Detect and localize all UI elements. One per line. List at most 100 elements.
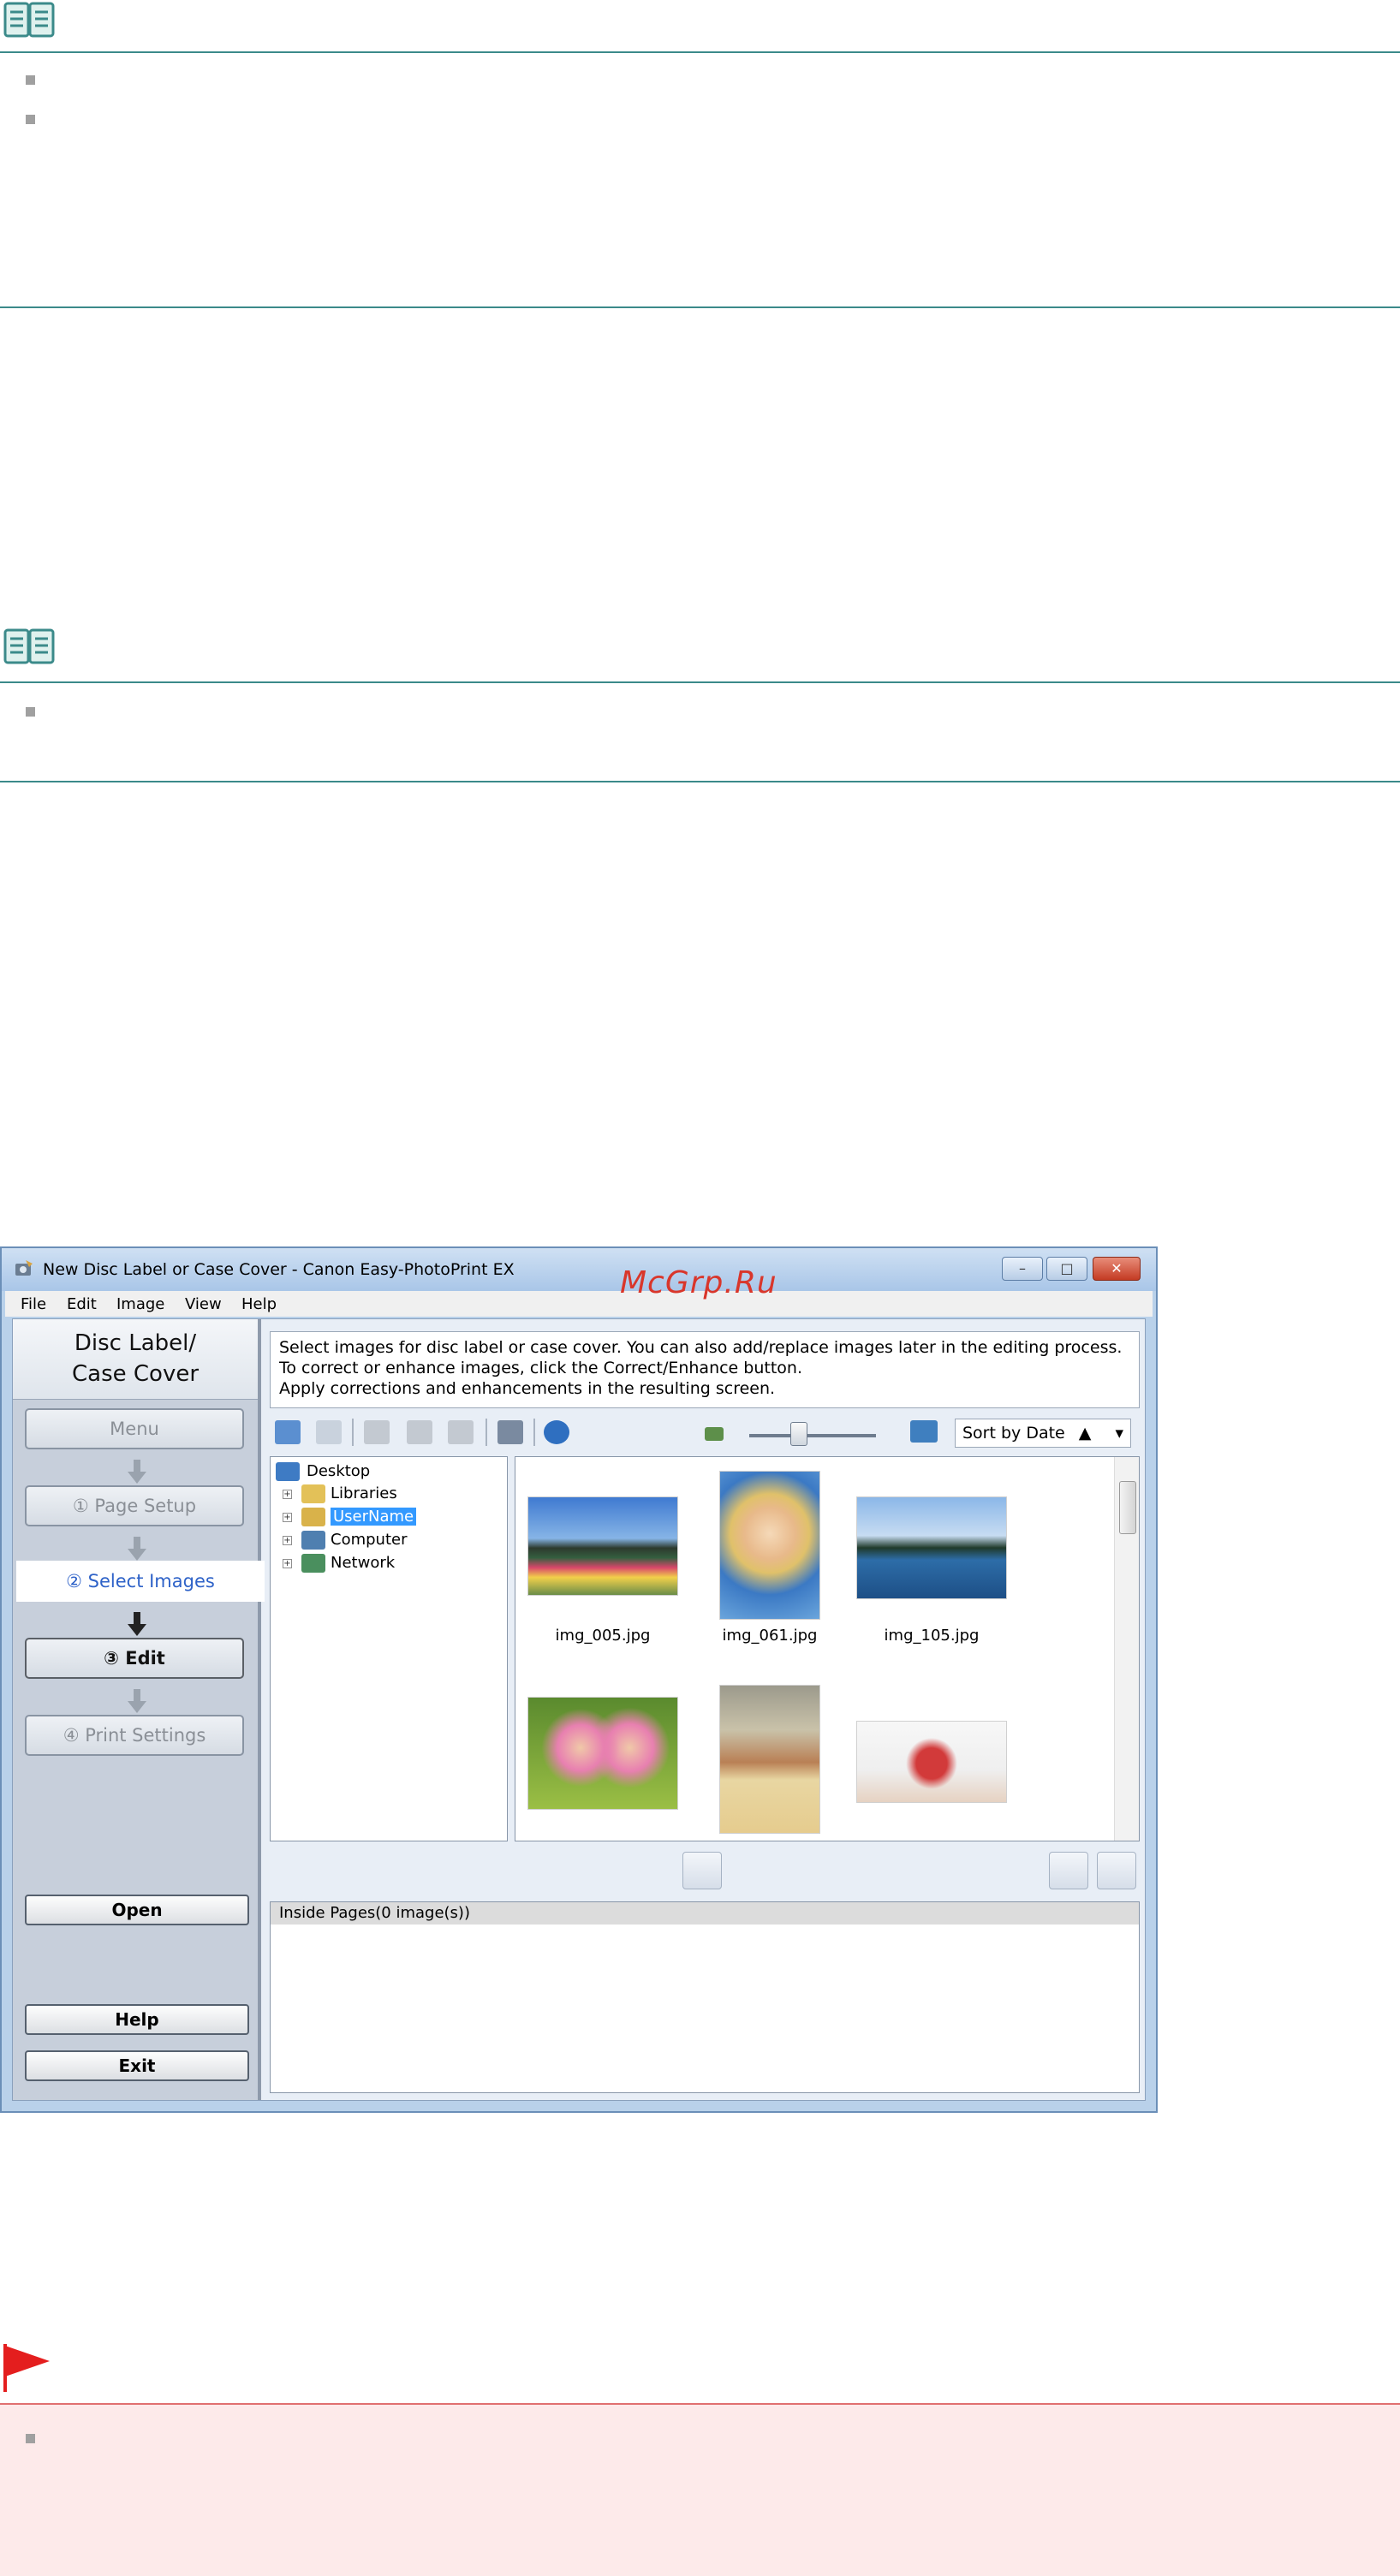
menu-file[interactable]: File (21, 1295, 46, 1313)
large-thumbnail-icon (910, 1420, 938, 1443)
inside-pages-header: Inside Pages(0 image(s)) (271, 1902, 1139, 1925)
image-toolbar: Sort by Date ▲ ▾ (270, 1413, 1140, 1451)
instruction-line: Apply corrections and enhancements in th… (279, 1379, 776, 1398)
sort-label: Sort by Date (962, 1424, 1065, 1443)
note-bullet (26, 707, 35, 717)
menu-edit[interactable]: Edit (67, 1295, 97, 1313)
tree-label: UserName (331, 1508, 417, 1526)
note-book-icon (2, 627, 57, 668)
note-book-icon (2, 0, 57, 41)
rotate-icon[interactable] (407, 1420, 432, 1444)
thumbnail-label: img_005.jpg (555, 1627, 651, 1645)
network-icon (301, 1554, 325, 1573)
small-thumbnail-icon (705, 1427, 724, 1441)
step-page-setup-button[interactable]: ① Page Setup (25, 1485, 244, 1526)
arrow-down-icon (128, 1537, 146, 1561)
instruction-box: Select images for disc label or case cov… (270, 1331, 1140, 1408)
menu-help[interactable]: Help (241, 1295, 277, 1313)
menu-button[interactable]: Menu (25, 1408, 244, 1449)
tree-label: Desktop (307, 1462, 371, 1480)
web-globe-icon[interactable] (544, 1420, 569, 1444)
expand-icon[interactable]: + (283, 1490, 292, 1499)
computer-icon (301, 1531, 325, 1550)
note-bottom-rule (0, 781, 1400, 782)
help-button[interactable]: Help (25, 2004, 249, 2035)
libraries-folder-icon (301, 1484, 325, 1503)
minimize-button[interactable]: – (1002, 1257, 1043, 1281)
desktop-icon (276, 1462, 300, 1481)
remove-image-button[interactable] (1097, 1852, 1136, 1889)
thumbnail-twins[interactable] (527, 1697, 678, 1810)
note-bullet (26, 115, 35, 124)
left-panel: Disc Label/ Case Cover Menu ① Page Setup… (13, 1319, 265, 2100)
arrow-down-icon (128, 1460, 146, 1484)
note-bottom-rule (0, 306, 1400, 308)
important-bullet (26, 2434, 35, 2443)
import-icon[interactable] (497, 1420, 523, 1444)
tree-item-desktop[interactable]: Desktop (276, 1462, 370, 1481)
app-window: New Disc Label or Case Cover - Canon Eas… (0, 1246, 1158, 2113)
toolbar-separator (533, 1419, 535, 1446)
tree-item-libraries[interactable]: + Libraries (283, 1484, 397, 1503)
menu-bar: File Edit Image View Help (5, 1291, 1153, 1317)
thumbnail-img-061[interactable] (719, 1471, 820, 1620)
instruction-line: Select images for disc label or case cov… (279, 1338, 1123, 1357)
tree-item-computer[interactable]: + Computer (283, 1531, 407, 1550)
note-top-rule (0, 51, 1400, 53)
user-folder-icon (301, 1508, 325, 1526)
thumbnail-size-slider[interactable] (790, 1422, 807, 1446)
step-edit-button[interactable]: ③ Edit (25, 1638, 244, 1679)
thumbnail-beach-child[interactable] (719, 1685, 820, 1834)
tree-item-username[interactable]: + UserName (283, 1508, 417, 1526)
deselect-all-icon[interactable] (316, 1420, 342, 1444)
close-button[interactable]: ✕ (1093, 1257, 1141, 1281)
thumbnail-toddler[interactable] (856, 1721, 1007, 1803)
correct-enhance-button[interactable] (682, 1852, 722, 1889)
note-top-rule (0, 681, 1400, 683)
thumbnail-img-105[interactable] (856, 1496, 1007, 1599)
title-bar[interactable]: New Disc Label or Case Cover - Canon Eas… (2, 1248, 1156, 1291)
tree-label: Computer (331, 1531, 408, 1549)
image-info-icon[interactable] (448, 1420, 474, 1444)
exit-button[interactable]: Exit (25, 2050, 249, 2081)
app-icon (15, 1260, 33, 1276)
tree-label: Network (331, 1554, 396, 1572)
menu-image[interactable]: Image (116, 1295, 164, 1313)
thumbnail-img-005[interactable] (527, 1496, 678, 1596)
toolbar-separator (352, 1419, 354, 1446)
sort-dropdown[interactable]: Sort by Date ▲ ▾ (955, 1419, 1131, 1448)
arrow-down-icon (128, 1612, 146, 1636)
watermark-text: McGrp.Ru (620, 1265, 777, 1300)
thumbnail-label: img_061.jpg (722, 1627, 818, 1645)
note-bullet (26, 75, 35, 85)
open-button[interactable]: Open (25, 1895, 249, 1925)
important-box (0, 2403, 1400, 2576)
expand-icon[interactable]: + (283, 1536, 292, 1545)
expand-icon[interactable]: + (283, 1559, 292, 1568)
mode-title-line1: Disc Label/ (74, 1330, 197, 1356)
toolbar-separator (486, 1419, 487, 1446)
inside-pages-panel: Inside Pages(0 image(s)) (270, 1901, 1140, 2093)
correct-enhance-icon[interactable] (364, 1420, 390, 1444)
add-image-button[interactable] (1049, 1852, 1088, 1889)
thumbnail-size-slider-track (749, 1434, 876, 1437)
sort-ascending-icon: ▲ (1078, 1424, 1092, 1443)
step-select-images-button[interactable]: ② Select Images (16, 1561, 265, 1602)
client-area: Disc Label/ Case Cover Menu ① Page Setup… (12, 1318, 1146, 2101)
mode-title-line2: Case Cover (71, 1361, 200, 1387)
thumbnail-scrollbar[interactable] (1114, 1457, 1139, 1841)
arrow-down-icon (128, 1689, 146, 1713)
red-flag-icon (3, 2344, 50, 2392)
scrollbar-thumb[interactable] (1119, 1481, 1136, 1534)
select-all-icon[interactable] (275, 1420, 301, 1444)
window-title: New Disc Label or Case Cover - Canon Eas… (43, 1260, 515, 1279)
chevron-down-icon: ▾ (1115, 1424, 1123, 1443)
expand-icon[interactable]: + (283, 1513, 292, 1522)
thumbnail-area: img_005.jpg img_061.jpg img_105.jpg (515, 1456, 1140, 1841)
menu-view[interactable]: View (185, 1295, 222, 1313)
mode-title: Disc Label/ Case Cover (13, 1319, 258, 1400)
tree-item-network[interactable]: + Network (283, 1554, 395, 1573)
maximize-button[interactable]: □ (1046, 1257, 1087, 1281)
step-print-settings-button[interactable]: ④ Print Settings (25, 1715, 244, 1756)
folder-tree: Desktop + Libraries + UserName + Compute… (270, 1456, 508, 1841)
